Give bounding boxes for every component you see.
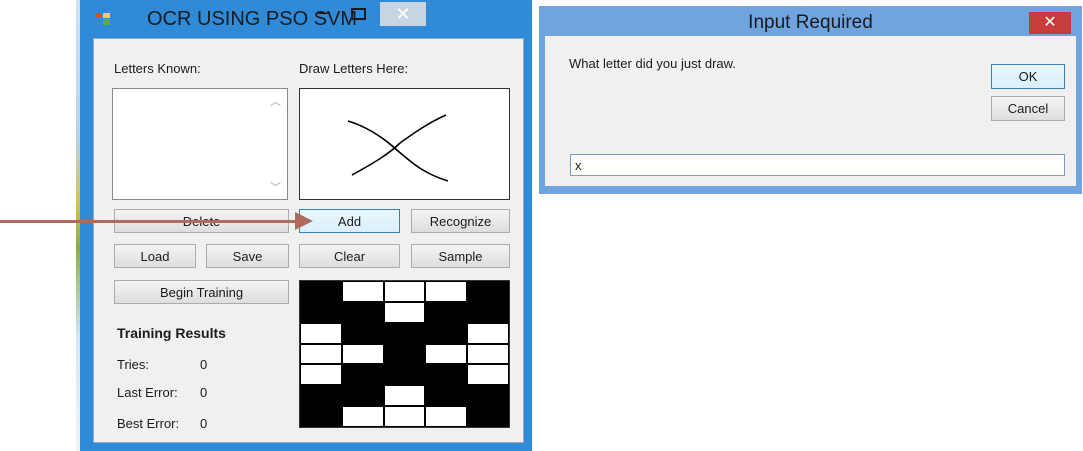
main-window-client: Letters Known: Draw Letters Here: ︿ ﹀ De… bbox=[93, 38, 524, 443]
grid-cell bbox=[300, 406, 342, 427]
add-button[interactable]: Add bbox=[299, 209, 400, 233]
grid-cell bbox=[341, 322, 384, 344]
grid-cell bbox=[300, 281, 342, 302]
grid-cell bbox=[383, 322, 426, 344]
maximize-button[interactable] bbox=[342, 2, 374, 26]
grid-cell bbox=[341, 301, 384, 323]
grid-cell bbox=[341, 364, 384, 386]
grid-cell bbox=[300, 322, 342, 344]
dialog-client: What letter did you just draw. OK Cancel bbox=[545, 36, 1076, 186]
grid-cell bbox=[467, 385, 509, 407]
input-dialog: Input Required ✕ What letter did you jus… bbox=[539, 6, 1082, 194]
letter-input[interactable] bbox=[570, 154, 1065, 176]
letters-known-label: Letters Known: bbox=[114, 61, 201, 76]
sample-grid bbox=[299, 280, 510, 428]
best-error-label: Best Error: bbox=[117, 416, 180, 431]
maximize-icon bbox=[350, 8, 366, 20]
grid-cell bbox=[467, 364, 509, 386]
grid-cell bbox=[300, 385, 342, 407]
grid-cell bbox=[341, 281, 384, 302]
grid-cell bbox=[425, 301, 468, 323]
grid-cell bbox=[425, 281, 468, 302]
cancel-button[interactable]: Cancel bbox=[991, 96, 1065, 121]
grid-cell bbox=[425, 406, 468, 427]
grid-cell bbox=[425, 322, 468, 344]
scroll-up-icon[interactable]: ︿ bbox=[270, 93, 281, 109]
clear-button[interactable]: Clear bbox=[299, 244, 400, 268]
annotation-arrow-line bbox=[0, 220, 300, 223]
main-window-titlebar[interactable]: OCR USING PSO SVM – ✕ bbox=[80, 0, 532, 38]
close-button[interactable]: ✕ bbox=[380, 2, 426, 26]
tries-value: 0 bbox=[200, 357, 208, 372]
grid-cell bbox=[341, 406, 384, 427]
grid-cell bbox=[300, 301, 342, 323]
grid-cell bbox=[467, 322, 509, 344]
grid-cell bbox=[341, 343, 384, 365]
grid-cell bbox=[300, 364, 342, 386]
grid-cell bbox=[383, 364, 426, 386]
drawing-canvas[interactable] bbox=[299, 88, 510, 200]
grid-cell bbox=[341, 385, 384, 407]
grid-cell bbox=[425, 343, 468, 365]
dialog-title: Input Required bbox=[748, 12, 873, 33]
grid-cell bbox=[467, 343, 509, 365]
letters-known-listbox[interactable]: ︿ ﹀ bbox=[112, 88, 288, 200]
load-button[interactable]: Load bbox=[114, 244, 196, 268]
grid-cell bbox=[383, 385, 426, 407]
drawn-letter-x bbox=[347, 114, 449, 182]
grid-cell bbox=[425, 364, 468, 386]
grid-cell bbox=[467, 301, 509, 323]
last-error-label: Last Error: bbox=[117, 385, 178, 400]
ok-button[interactable]: OK bbox=[991, 64, 1065, 89]
recognize-button[interactable]: Recognize bbox=[411, 209, 510, 233]
begin-training-button[interactable]: Begin Training bbox=[114, 280, 289, 304]
last-error-value: 0 bbox=[200, 385, 208, 400]
grid-cell bbox=[383, 343, 426, 365]
grid-cell bbox=[467, 406, 509, 427]
draw-letters-label: Draw Letters Here: bbox=[299, 61, 409, 76]
training-results-title: Training Results bbox=[117, 325, 226, 341]
app-icon bbox=[96, 13, 110, 25]
save-button[interactable]: Save bbox=[206, 244, 289, 268]
dialog-close-button[interactable]: ✕ bbox=[1029, 12, 1071, 34]
annotation-arrow-head bbox=[295, 212, 313, 230]
minimize-button[interactable]: – bbox=[308, 1, 340, 26]
grid-cell bbox=[300, 343, 342, 365]
best-error-value: 0 bbox=[200, 416, 208, 431]
scroll-down-icon[interactable]: ﹀ bbox=[270, 179, 281, 195]
tries-label: Tries: bbox=[117, 357, 150, 372]
grid-cell bbox=[383, 406, 426, 427]
grid-cell bbox=[383, 301, 426, 323]
grid-cell bbox=[425, 385, 468, 407]
sample-button[interactable]: Sample bbox=[411, 244, 510, 268]
grid-cell bbox=[383, 281, 426, 302]
dialog-message: What letter did you just draw. bbox=[569, 56, 736, 71]
grid-cell bbox=[467, 281, 509, 302]
